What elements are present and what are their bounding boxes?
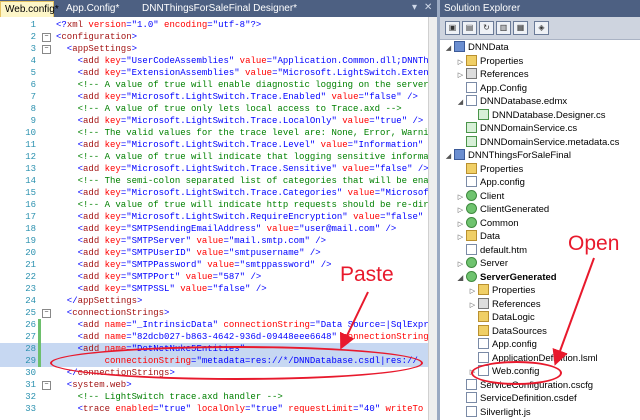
- open-arrow: [552, 257, 595, 366]
- paste-arrow: [339, 291, 369, 350]
- annotation-arrows: [339, 257, 595, 366]
